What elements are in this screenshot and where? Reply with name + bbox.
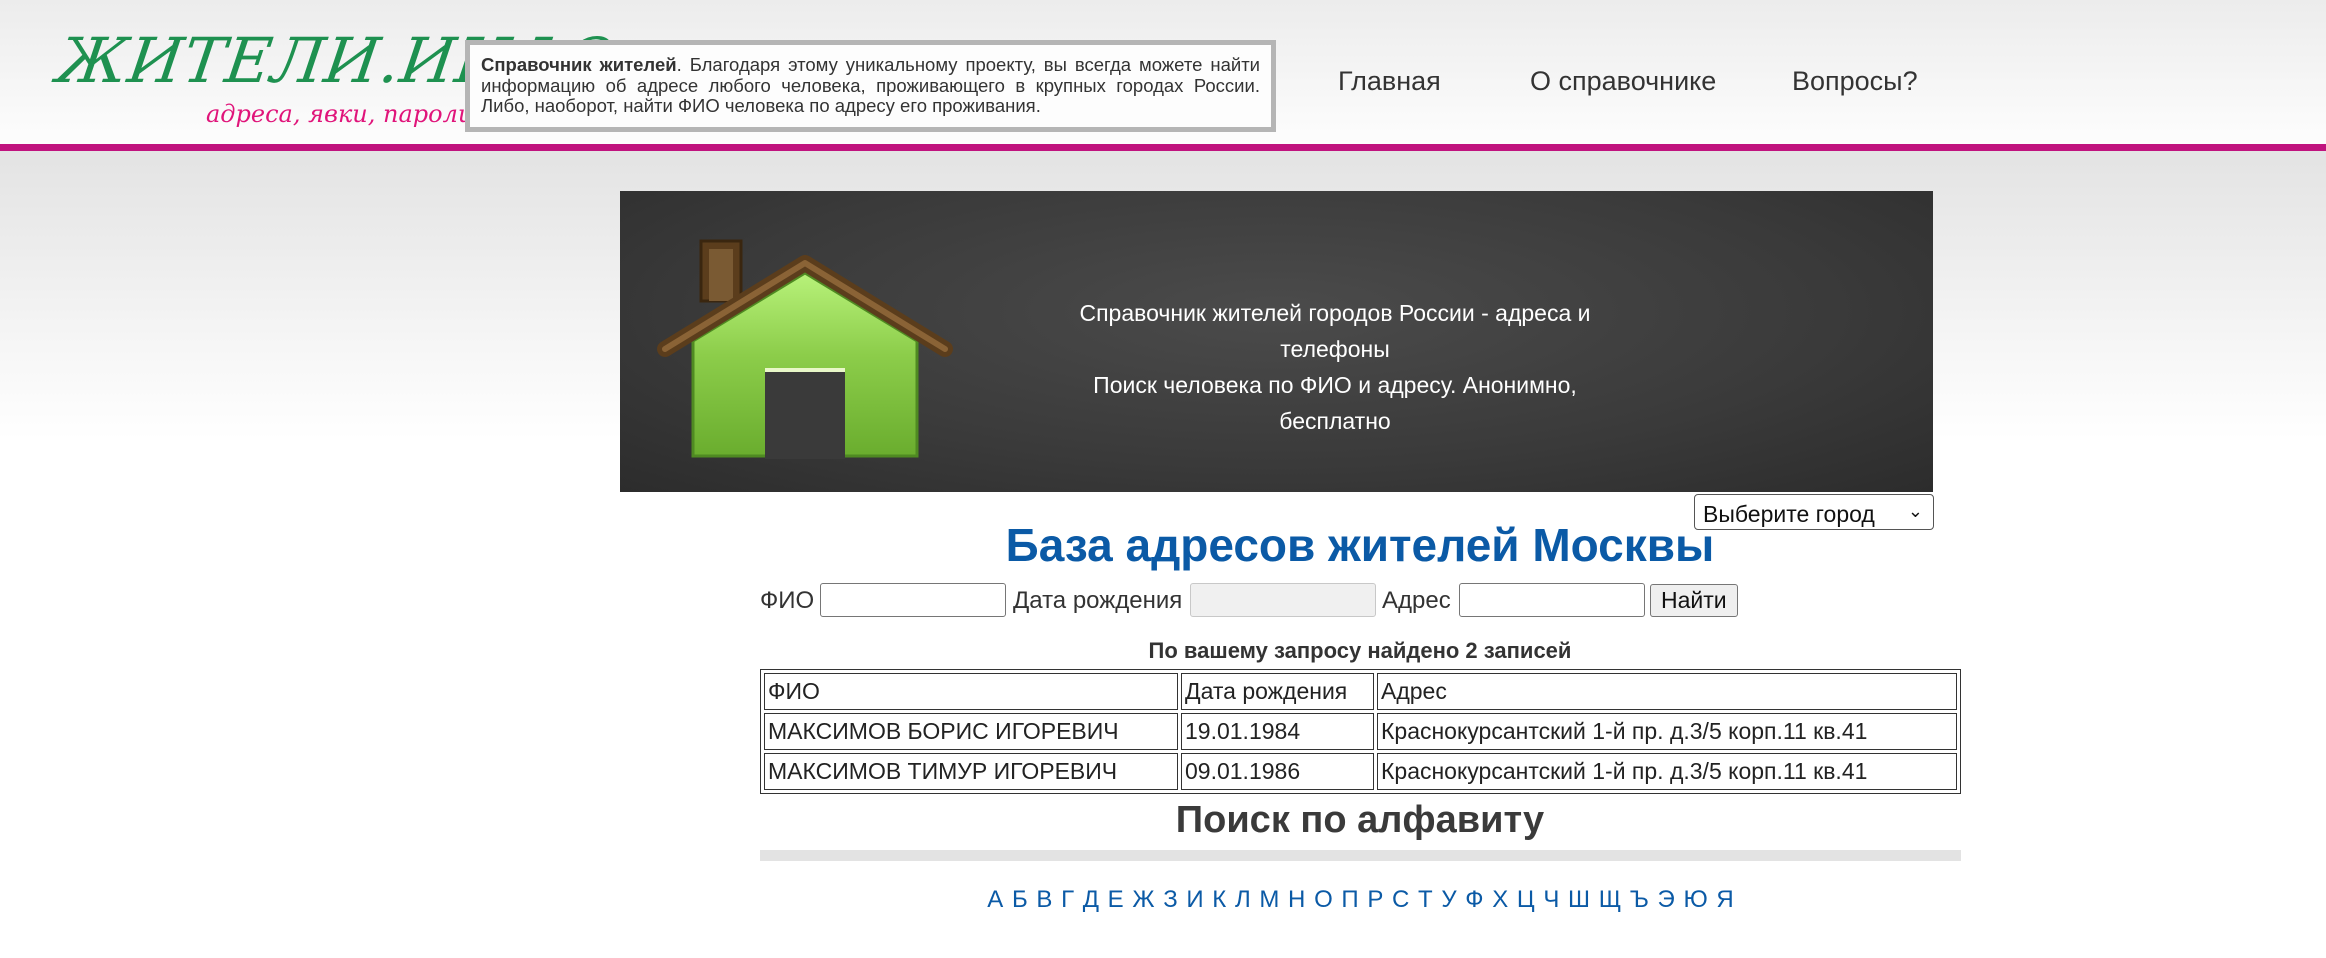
alphabet-letter-link[interactable]: Д	[1083, 886, 1099, 913]
alphabet-letter-link[interactable]: В	[1036, 886, 1052, 913]
alphabet-letter-link[interactable]: Ю	[1683, 886, 1707, 913]
alphabet-letter-link[interactable]: Ъ	[1630, 886, 1649, 913]
alphabet-letter-link[interactable]: У	[1441, 886, 1456, 913]
alphabet-letter-link[interactable]: Ш	[1568, 886, 1590, 913]
intro-box: Справочник жителей. Благодаря этому уник…	[465, 40, 1276, 132]
fio-input[interactable]	[820, 583, 1006, 617]
banner-line-2: Поиск человека по ФИО и адресу. Анонимно…	[1093, 372, 1577, 434]
search-button[interactable]: Найти	[1650, 584, 1738, 617]
alphabet-letter-link[interactable]: Е	[1108, 886, 1124, 913]
divider	[760, 850, 1961, 861]
alphabet-letter-link[interactable]: Б	[1012, 886, 1028, 913]
banner-text: Справочник жителей городов России - адре…	[1060, 295, 1610, 439]
hero-banner: Справочник жителей городов России - адре…	[620, 191, 1933, 492]
row-address: Краснокурсантский 1-й пр. д.3/5 корп.11 …	[1377, 753, 1957, 790]
alphabet-letter-link[interactable]: Ч	[1543, 886, 1559, 913]
nav-home-link[interactable]: Главная	[1338, 66, 1441, 97]
header-dob: Дата рождения	[1181, 673, 1374, 710]
site-header: ЖИТЕЛИ.ИНФО адреса, явки, пароли Справоч…	[0, 0, 2326, 151]
row-dob: 19.01.1984	[1181, 713, 1374, 750]
alphabet-letter-link[interactable]: Л	[1235, 886, 1251, 913]
row-fio: МАКСИМОВ ТИМУР ИГОРЕВИЧ	[764, 753, 1178, 790]
row-fio: МАКСИМОВ БОРИС ИГОРЕВИЧ	[764, 713, 1178, 750]
site-logo[interactable]: ЖИТЕЛИ.ИНФО адреса, явки, пароли	[53, 24, 621, 140]
page-title: База адресов жителей Москвы	[1005, 519, 1715, 571]
nav-faq-link[interactable]: Вопросы?	[1792, 66, 1918, 97]
alphabet-letter-link[interactable]: К	[1212, 886, 1226, 913]
alphabet-letter-link[interactable]: П	[1341, 886, 1358, 913]
address-label: Адрес	[1382, 587, 1451, 614]
table-row: МАКСИМОВ ТИМУР ИГОРЕВИЧ 09.01.1986 Красн…	[764, 753, 1957, 790]
results-summary: По вашему запросу найдено 2 записей	[1148, 638, 1572, 663]
intro-bold: Справочник жителей	[481, 54, 677, 75]
fio-label: ФИО	[760, 587, 815, 614]
alphabet-letter-link[interactable]: Г	[1061, 886, 1074, 913]
alphabet-letter-link[interactable]: Н	[1288, 886, 1305, 913]
alphabet-title: Поиск по алфавиту	[1175, 799, 1545, 841]
banner-line-1: Справочник жителей городов России - адре…	[1079, 300, 1591, 362]
alphabet-letter-link[interactable]: Ж	[1132, 886, 1154, 913]
alphabet-letter-link[interactable]: З	[1163, 886, 1178, 913]
alphabet-letter-link[interactable]: Ц	[1517, 886, 1535, 913]
alphabet-letter-link[interactable]: Э	[1658, 886, 1675, 913]
address-input[interactable]	[1459, 583, 1645, 617]
table-header-row: ФИО Дата рождения Адрес	[764, 673, 1957, 710]
dob-label: Дата рождения	[1013, 587, 1183, 614]
row-address: Краснокурсантский 1-й пр. д.3/5 корп.11 …	[1377, 713, 1957, 750]
row-dob: 09.01.1986	[1181, 753, 1374, 790]
header-fio: ФИО	[764, 673, 1178, 710]
alphabet-letter-link[interactable]: Х	[1492, 886, 1508, 913]
alphabet-letter-link[interactable]: А	[987, 886, 1003, 913]
alphabet-letter-link[interactable]: М	[1259, 886, 1279, 913]
alphabet-letter-link[interactable]: Щ	[1599, 886, 1622, 913]
alphabet-letter-link[interactable]: Ф	[1465, 886, 1483, 913]
alphabet-letter-link[interactable]: Я	[1716, 886, 1733, 913]
results-table: ФИО Дата рождения Адрес МАКСИМОВ БОРИС И…	[760, 669, 1961, 794]
table-row: МАКСИМОВ БОРИС ИГОРЕВИЧ 19.01.1984 Красн…	[764, 713, 1957, 750]
dob-input[interactable]	[1190, 583, 1376, 617]
house-icon	[657, 239, 953, 459]
header-address: Адрес	[1377, 673, 1957, 710]
alphabet-links: А Б В Г Д Е Ж З И К Л М Н О П Р С Т У Ф …	[760, 886, 1961, 914]
alphabet-letter-link[interactable]: Р	[1367, 886, 1383, 913]
logo-tagline: адреса, явки, пароли	[206, 100, 474, 128]
alphabet-letter-link[interactable]: И	[1186, 886, 1203, 913]
alphabet-letter-link[interactable]: О	[1314, 886, 1333, 913]
alphabet-letter-link[interactable]: Т	[1418, 886, 1433, 913]
nav-about-link[interactable]: О справочнике	[1530, 66, 1716, 97]
alphabet-letter-link[interactable]: С	[1392, 886, 1409, 913]
